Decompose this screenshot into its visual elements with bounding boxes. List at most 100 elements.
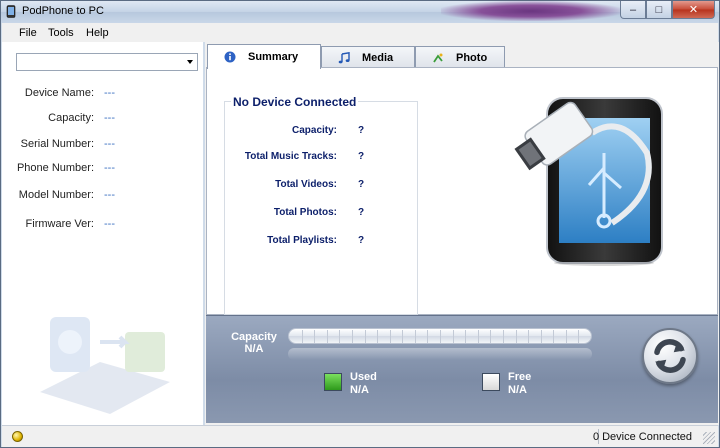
- meter-segment: [528, 330, 529, 343]
- capacity-row: Capacity: ---: [2, 112, 202, 126]
- capacity-caption-label: Capacity: [231, 331, 277, 343]
- stat-photos-value: ?: [358, 207, 365, 218]
- photo-icon: [433, 53, 443, 62]
- watermark-logo: [40, 317, 170, 414]
- status-led-icon: [12, 431, 23, 442]
- title-bar[interactable]: PodPhone to PC – □ ✕: [1, 1, 719, 23]
- tab-summary-label: Summary: [248, 51, 299, 63]
- refresh-button[interactable]: [642, 328, 698, 384]
- tab-photo-label: Photo: [456, 51, 488, 64]
- minimize-button[interactable]: –: [620, 1, 646, 19]
- phone-app-icon: [6, 5, 16, 18]
- menu-bar: File Tools Help: [2, 23, 718, 42]
- serial-number-row: Serial Number: ---: [2, 138, 202, 152]
- app-window: PodPhone to PC – □ ✕ File Tools Help Dev…: [0, 0, 720, 448]
- summary-content: No Device Connected Capacity: ? Total Mu…: [206, 67, 718, 315]
- free-label: Free: [508, 371, 532, 383]
- device-name-value: ---: [104, 87, 115, 99]
- meter-segment: [365, 330, 366, 343]
- group-title: No Device Connected: [231, 95, 359, 109]
- meter-segment: [578, 330, 579, 343]
- meter-segment: [566, 330, 567, 343]
- stat-videos-label: Total Videos:: [275, 179, 337, 190]
- phone-number-row: Phone Number: ---: [2, 162, 202, 176]
- window-controls: – □ ✕: [620, 1, 715, 19]
- capacity-value: ---: [104, 112, 115, 124]
- window-title: PodPhone to PC: [22, 5, 104, 17]
- status-bar: 0 Device Connected: [2, 425, 718, 447]
- serial-number-label: Serial Number:: [20, 138, 94, 150]
- music-note-icon: [338, 51, 350, 63]
- main-panel: Summary Media Photo No Device Connected …: [205, 42, 719, 425]
- menu-tools[interactable]: Tools: [48, 27, 74, 39]
- stat-capacity-value: ?: [358, 125, 365, 136]
- capacity-caption: Capacity N/A: [228, 331, 280, 355]
- stat-videos-value: ?: [358, 179, 365, 190]
- stat-playlists-label: Total Playlists:: [267, 235, 337, 246]
- meter-segment: [327, 330, 328, 343]
- stat-playlists: Total Playlists: ?: [225, 235, 419, 249]
- info-icon: [224, 51, 236, 63]
- stat-capacity: Capacity: ?: [225, 125, 419, 139]
- device-select[interactable]: [16, 53, 198, 71]
- refresh-icon: [654, 339, 686, 373]
- tab-media[interactable]: Media: [321, 46, 415, 68]
- phone-number-label: Phone Number:: [16, 162, 94, 174]
- meter-segment: [516, 330, 517, 343]
- capacity-label: Capacity:: [48, 112, 94, 124]
- used-swatch: [324, 373, 342, 391]
- firmware-ver-value: ---: [104, 218, 115, 230]
- stat-music-tracks-label: Total Music Tracks:: [244, 151, 337, 162]
- meter-segment: [453, 330, 454, 343]
- capacity-bar-panel: Capacity N/A Used N/A Free N/A: [206, 315, 718, 423]
- meter-segment: [339, 330, 340, 343]
- device-summary-group: No Device Connected Capacity: ? Total Mu…: [224, 95, 419, 315]
- close-button[interactable]: ✕: [672, 1, 715, 19]
- stat-capacity-label: Capacity:: [291, 125, 337, 136]
- capacity-caption-value: N/A: [244, 343, 264, 355]
- tab-summary[interactable]: Summary: [207, 44, 321, 69]
- maximize-button[interactable]: □: [646, 1, 672, 19]
- phone-usb-illustration: [514, 97, 663, 266]
- title-glow: [441, 1, 621, 21]
- used-label: Used: [350, 371, 377, 383]
- free-value: N/A: [508, 384, 527, 396]
- stat-playlists-value: ?: [358, 235, 365, 246]
- serial-number-value: ---: [104, 138, 115, 150]
- device-count-status: 0 Device Connected: [592, 431, 692, 443]
- stat-music-tracks-value: ?: [358, 151, 365, 162]
- meter-segment: [314, 330, 315, 343]
- meter-segment: [415, 330, 416, 343]
- capacity-meter: [288, 328, 592, 344]
- stat-photos: Total Photos: ?: [225, 207, 419, 221]
- meter-segment: [553, 330, 554, 343]
- meter-segment: [478, 330, 479, 343]
- tab-photo[interactable]: Photo: [415, 46, 505, 68]
- menu-help[interactable]: Help: [86, 27, 109, 39]
- model-number-row: Model Number: ---: [2, 189, 202, 203]
- firmware-ver-label: Firmware Ver:: [25, 218, 94, 230]
- model-number-label: Model Number:: [18, 189, 94, 201]
- tab-media-label: Media: [362, 51, 394, 64]
- resize-grip[interactable]: [703, 432, 715, 444]
- meter-segment: [490, 330, 491, 343]
- free-swatch: [482, 373, 500, 391]
- device-info-panel: Device Name: --- Capacity: --- Serial Nu…: [2, 42, 203, 425]
- meter-segment: [377, 330, 378, 343]
- meter-segment: [402, 330, 403, 343]
- stat-photos-label: Total Photos:: [273, 207, 337, 218]
- phone-number-value: ---: [104, 162, 115, 174]
- model-number-value: ---: [104, 189, 115, 201]
- stat-music-tracks: Total Music Tracks: ?: [225, 151, 419, 165]
- meter-segment: [503, 330, 504, 343]
- firmware-ver-row: Firmware Ver: ---: [2, 218, 202, 232]
- meter-segment: [390, 330, 391, 343]
- meter-segment: [427, 330, 428, 343]
- meter-segment: [302, 330, 303, 343]
- device-name-row: Device Name: ---: [2, 87, 202, 101]
- menu-file[interactable]: File: [19, 27, 37, 39]
- chevron-down-icon: [187, 60, 193, 64]
- meter-segment: [440, 330, 441, 343]
- meter-segment: [541, 330, 542, 343]
- stat-videos: Total Videos: ?: [225, 179, 419, 193]
